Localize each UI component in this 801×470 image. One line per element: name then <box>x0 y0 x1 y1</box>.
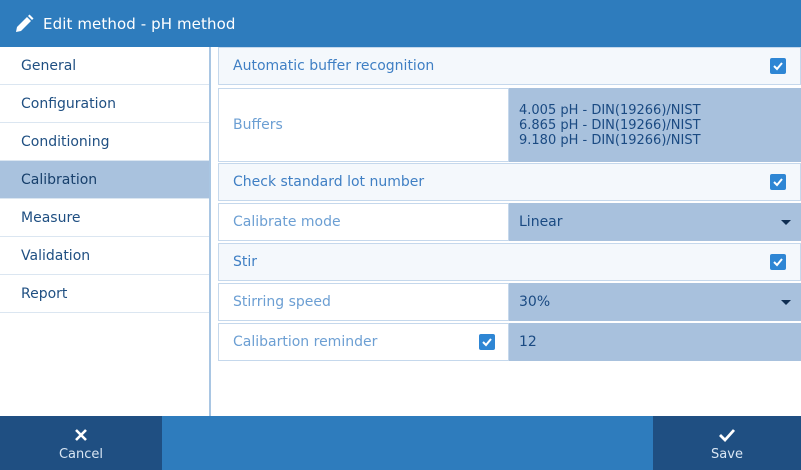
stir-checkbox[interactable] <box>770 254 786 270</box>
sidebar-item-report[interactable]: Report <box>0 275 209 313</box>
close-icon <box>74 425 88 445</box>
buffers-row: Buffers 4.005 pH - DIN(19266)/NIST 6.865… <box>218 88 801 162</box>
stirring-speed-row: Stirring speed 30% <box>218 283 801 321</box>
buffers-list[interactable]: 4.005 pH - DIN(19266)/NIST 6.865 pH - DI… <box>509 88 801 162</box>
stir-label: Stir <box>233 254 258 270</box>
reminder-value: 12 <box>519 334 537 350</box>
sidebar-item-validation[interactable]: Validation <box>0 237 209 275</box>
checkmark-icon <box>773 258 783 267</box>
buffer-item: 9.180 pH - DIN(19266)/NIST <box>519 132 701 148</box>
check-lot-label: Check standard lot number <box>233 174 425 190</box>
stirring-speed-value: 30% <box>519 294 551 310</box>
reminder-label-text: Calibartion reminder <box>233 334 378 350</box>
calibrate-mode-label: Calibrate mode <box>218 203 509 241</box>
save-button[interactable]: Save <box>653 416 801 470</box>
title-bar: Edit method - pH method <box>0 0 801 47</box>
reminder-input[interactable]: 12 <box>509 323 801 361</box>
sidebar-item-measure[interactable]: Measure <box>0 199 209 237</box>
checkmark-icon <box>773 62 783 71</box>
sidebar-item-configuration[interactable]: Configuration <box>0 85 209 123</box>
checkmark-icon <box>773 178 783 187</box>
calibrate-mode-select[interactable]: Linear <box>509 203 801 241</box>
checkmark-icon <box>718 425 736 445</box>
calibrate-mode-value: Linear <box>519 214 563 230</box>
cancel-label: Cancel <box>58 446 104 462</box>
reminder-label: Calibartion reminder <box>218 323 509 361</box>
checkmark-icon <box>482 338 492 347</box>
auto-buffer-checkbox[interactable] <box>770 58 786 74</box>
sidebar-item-conditioning[interactable]: Conditioning <box>0 123 209 161</box>
buffer-item: 4.005 pH - DIN(19266)/NIST <box>519 102 701 118</box>
pencil-icon <box>13 13 35 35</box>
window-title: Edit method - pH method <box>43 14 236 33</box>
footer-bar: Cancel Save <box>0 416 801 470</box>
stirring-speed-select[interactable]: 30% <box>509 283 801 321</box>
sidebar: General Configuration Conditioning Calib… <box>0 47 211 416</box>
check-lot-checkbox[interactable] <box>770 174 786 190</box>
settings-panel: Automatic buffer recognition Buffers 4.0… <box>218 47 801 416</box>
reminder-checkbox[interactable] <box>479 334 495 350</box>
chevron-down-icon <box>781 300 791 305</box>
auto-buffer-row: Automatic buffer recognition <box>218 47 801 85</box>
calibrate-mode-row: Calibrate mode Linear <box>218 203 801 241</box>
cancel-button[interactable]: Cancel <box>0 416 162 470</box>
stir-row: Stir <box>218 243 801 281</box>
chevron-down-icon <box>781 220 791 225</box>
buffers-label: Buffers <box>218 88 509 162</box>
stirring-speed-label: Stirring speed <box>218 283 509 321</box>
buffer-item: 6.865 pH - DIN(19266)/NIST <box>519 117 701 133</box>
sidebar-item-general[interactable]: General <box>0 47 209 85</box>
sidebar-item-calibration[interactable]: Calibration <box>0 161 209 199</box>
auto-buffer-label: Automatic buffer recognition <box>233 58 435 74</box>
save-label: Save <box>711 446 743 462</box>
check-lot-row: Check standard lot number <box>218 163 801 201</box>
reminder-row: Calibartion reminder 12 <box>218 323 801 361</box>
